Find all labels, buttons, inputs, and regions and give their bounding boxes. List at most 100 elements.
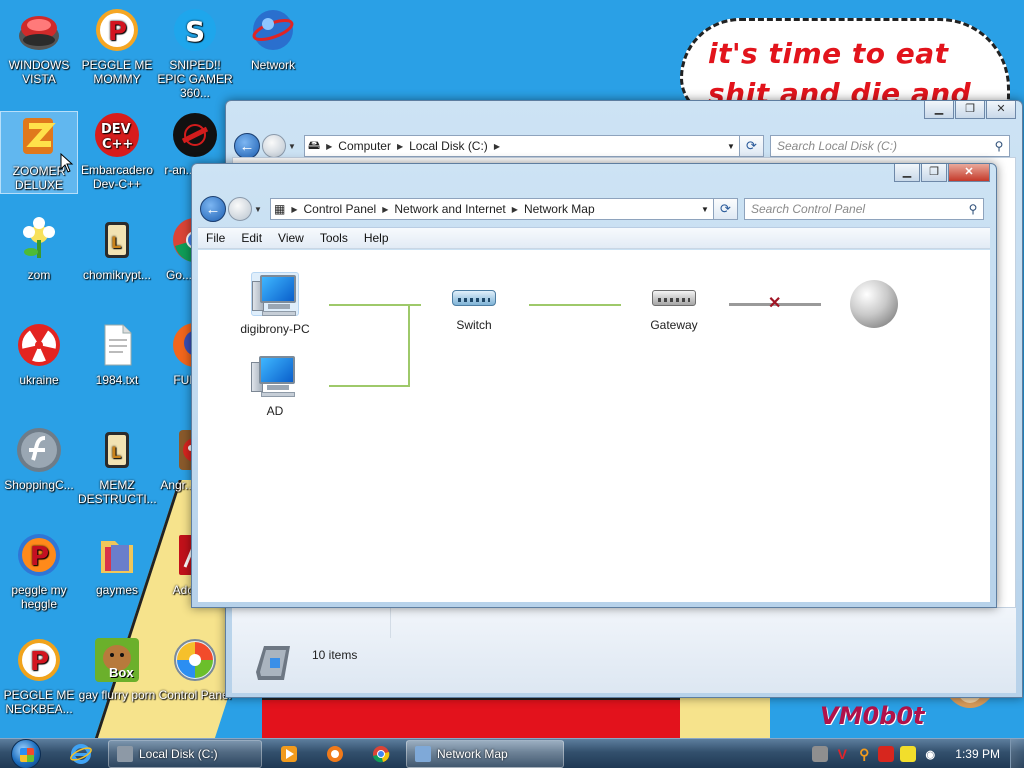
internet-explorer-icon[interactable] — [68, 742, 94, 766]
node-ad[interactable]: AD — [225, 354, 325, 418]
back-button[interactable]: ← — [234, 133, 260, 159]
recent-pages-dropdown[interactable]: ▼ — [288, 142, 298, 151]
svg-text:S: S — [185, 15, 205, 48]
link-vertical — [408, 304, 410, 386]
peggle-icon: P — [15, 636, 63, 684]
flag-tray-icon[interactable] — [878, 746, 895, 762]
minimize-button[interactable]: ▁ — [894, 164, 920, 182]
yellow-tray-icon[interactable] — [900, 746, 917, 762]
desktop-icon-control-panel[interactable]: Control Panel — [156, 636, 234, 702]
breadcrumb-separator[interactable]: ▶ — [379, 205, 391, 214]
control-panel-icon — [171, 636, 219, 684]
close-button[interactable]: ✕ — [986, 101, 1016, 119]
desktop-icon-label: PEGGLE ME NECKBEA... — [3, 688, 75, 716]
node-gateway[interactable]: Gateway — [624, 284, 724, 332]
menu-view[interactable]: View — [270, 231, 312, 245]
breadcrumb-separator[interactable]: ▶ — [491, 142, 503, 151]
start-button[interactable] — [6, 739, 46, 768]
minimize-button[interactable]: ▁ — [924, 101, 954, 119]
chrome-icon[interactable] — [368, 742, 394, 766]
taskbar-item-network-map[interactable]: Network Map — [406, 740, 564, 768]
desktop-icon-sniped-epic-gamer[interactable]: S SNIPED!! EPIC GAMER 360... — [156, 6, 234, 100]
plant-icon — [15, 216, 63, 264]
app-icon[interactable] — [322, 742, 348, 766]
devcpp-icon: DEV C++ — [93, 111, 141, 159]
node-switch[interactable]: Switch — [424, 284, 524, 332]
network-tray-icon[interactable] — [812, 746, 829, 762]
breadcrumb-separator[interactable]: ▶ — [394, 142, 406, 151]
desktop-icon-gaymes[interactable]: gaymes — [78, 531, 156, 597]
flash-icon — [15, 426, 63, 474]
svg-text:L: L — [111, 443, 121, 462]
taskbar-item-label: Network Map — [437, 747, 508, 761]
desktop-icon-peggle-my-heggle[interactable]: P peggle my heggle — [0, 531, 78, 611]
desktop-icon-peggle-me-mommy[interactable]: P PEGGLE ME MOMMY — [78, 6, 156, 86]
volume-icon[interactable]: ◉ — [922, 746, 938, 762]
link-switch-to-gateway — [529, 304, 621, 306]
desktop-icon-gay-flurry-porn[interactable]: Box gay flurry porn — [78, 636, 156, 702]
desktop-icon-memz-destructi[interactable]: L MEMZ DESTRUCTI... — [78, 426, 157, 506]
desktop-icon-1984-txt[interactable]: 1984.txt — [78, 321, 156, 387]
breadcrumb-separator[interactable]: ▶ — [323, 142, 335, 151]
broken-link-icon[interactable]: ✕ — [768, 296, 781, 312]
switch-icon — [450, 284, 498, 312]
close-button[interactable]: ✕ — [948, 164, 990, 182]
details-pane: 10 items — [232, 607, 1016, 693]
search-control-panel-input[interactable]: Search Control Panel ⚲ — [744, 198, 984, 220]
forward-button[interactable] — [228, 197, 252, 221]
show-desktop-button[interactable] — [1010, 739, 1024, 768]
wallpaper-logo: VM0b0t — [820, 702, 925, 730]
breadcrumb-separator[interactable]: ▶ — [288, 205, 300, 214]
menu-tools[interactable]: Tools — [312, 231, 356, 245]
breadcrumb-separator[interactable]: ▶ — [509, 205, 521, 214]
search-icon[interactable]: ⚲ — [963, 202, 983, 216]
refresh-button[interactable]: ⟳ — [714, 198, 738, 220]
breadcrumb-network-and-internet[interactable]: Network and Internet — [391, 202, 508, 216]
node-label: Switch — [456, 318, 492, 332]
address-dropdown-icon[interactable]: ▼ — [697, 205, 713, 214]
desktop-icon-label: Embarcadero Dev-C++ — [80, 163, 154, 191]
search-tray-icon[interactable]: ⚲ — [856, 746, 872, 762]
breadcrumb-computer[interactable]: Computer — [335, 139, 394, 153]
breadcrumb-network-map[interactable]: Network Map — [521, 202, 598, 216]
taskbar-item-local-disk[interactable]: Local Disk (C:) — [108, 740, 262, 768]
menu-file[interactable]: File — [198, 231, 233, 245]
desktop-icon-network[interactable]: Network — [234, 6, 312, 72]
network-nav-row: ← ▼ ▦ ▶ Control Panel ▶ Network and Inte… — [200, 196, 984, 222]
desktop-icon-label: Network — [250, 58, 295, 72]
maximize-button[interactable]: ❐ — [955, 101, 985, 119]
menu-help[interactable]: Help — [356, 231, 397, 245]
desktop-icon-chomikrypt[interactable]: L chomikrypt... — [78, 216, 156, 282]
forward-button[interactable] — [262, 134, 286, 158]
back-button[interactable]: ← — [200, 196, 226, 222]
desktop-icon-label: 1984.txt — [95, 373, 139, 387]
radiation-icon — [15, 321, 63, 369]
desktop-icon-zom[interactable]: zom — [0, 216, 78, 282]
breadcrumb-control-panel[interactable]: Control Panel — [301, 202, 380, 216]
address-dropdown-icon[interactable]: ▼ — [723, 142, 739, 151]
node-digibrony-pc[interactable]: digibrony-PC — [225, 272, 325, 336]
search-local-disk-input[interactable]: Search Local Disk (C:) ⚲ — [770, 135, 1010, 157]
network-map-window[interactable]: ▁ ❐ ✕ ← ▼ ▦ ▶ Control Panel ▶ Network an… — [191, 163, 997, 608]
maximize-button[interactable]: ❐ — [921, 164, 947, 182]
clock[interactable]: 1:39 PM — [955, 747, 1000, 761]
address-bar[interactable]: 🖴 ▶ Computer ▶ Local Disk (C:) ▶ ▼ — [304, 135, 740, 157]
media-player-icon[interactable] — [276, 742, 302, 766]
system-tray: V ⚲ ◉ 1:39 PM — [809, 739, 1024, 768]
recent-pages-dropdown[interactable]: ▼ — [254, 205, 264, 214]
node-internet[interactable] — [824, 280, 924, 334]
desktop-icon-embarcadero-devcpp[interactable]: DEV C++ Embarcadero Dev-C++ — [78, 111, 156, 191]
address-bar[interactable]: ▦ ▶ Control Panel ▶ Network and Internet… — [270, 198, 714, 220]
network-map-icon — [415, 746, 431, 762]
breadcrumb-local-disk[interactable]: Local Disk (C:) — [406, 139, 491, 153]
desktop-icon-shoppingc[interactable]: ShoppingC... — [0, 426, 78, 492]
search-icon[interactable]: ⚲ — [989, 139, 1009, 153]
desktop-icon-peggle-me-neckbea[interactable]: P PEGGLE ME NECKBEA... — [0, 636, 78, 716]
menu-edit[interactable]: Edit — [233, 231, 270, 245]
network-map-canvas[interactable]: ✕ digibrony-PC AD Switch Gateway — [198, 250, 990, 602]
desktop-icon-windows-vista[interactable]: WINDOWS VISTA — [0, 6, 78, 86]
desktop-icon-ukraine[interactable]: ukraine — [0, 321, 78, 387]
link-ad-to-switch — [329, 385, 410, 387]
refresh-button[interactable]: ⟳ — [740, 135, 764, 157]
v-tray-icon[interactable]: V — [834, 746, 850, 762]
